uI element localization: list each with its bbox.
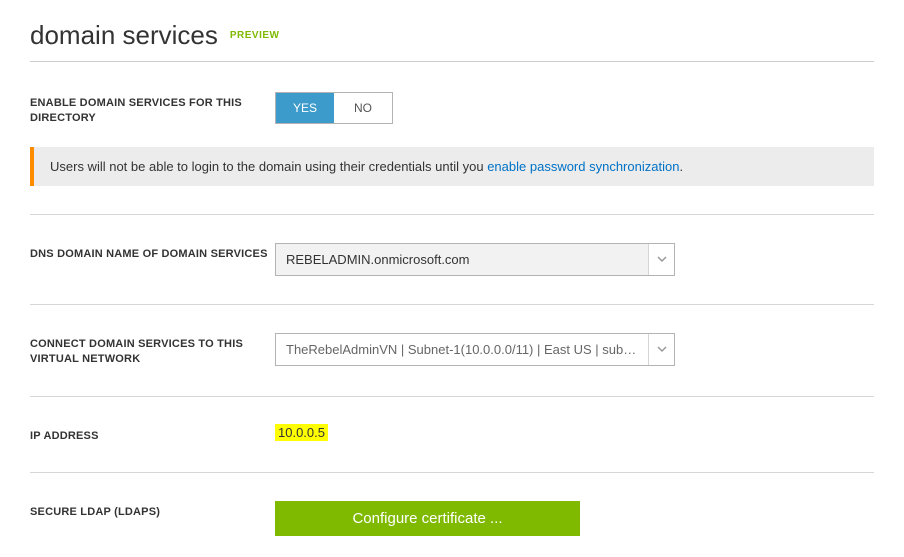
banner-text-before: Users will not be able to login to the d… [50, 159, 487, 174]
vnet-label: CONNECT DOMAIN SERVICES TO THIS VIRTUAL … [30, 333, 275, 368]
divider [30, 396, 874, 397]
configure-certificate-button[interactable]: Configure certificate ... [275, 501, 580, 536]
page-header: domain services PREVIEW [30, 20, 874, 62]
divider [30, 304, 874, 305]
dns-domain-row: DNS DOMAIN NAME OF DOMAIN SERVICES REBEL… [30, 243, 874, 276]
vnet-row: CONNECT DOMAIN SERVICES TO THIS VIRTUAL … [30, 333, 874, 368]
enable-domain-label: ENABLE DOMAIN SERVICES FOR THIS DIRECTOR… [30, 92, 275, 127]
ip-row: IP ADDRESS 10.0.0.5 [30, 425, 874, 444]
page-title: domain services [30, 20, 218, 51]
chevron-down-icon [648, 244, 674, 275]
preview-badge: PREVIEW [230, 30, 280, 41]
enable-password-sync-link[interactable]: enable password synchronization [487, 159, 679, 174]
enable-toggle[interactable]: YES NO [275, 92, 393, 124]
divider [30, 214, 874, 215]
vnet-select[interactable]: TheRebelAdminVN | Subnet-1(10.0.0.0/11) … [275, 333, 675, 366]
toggle-no[interactable]: NO [334, 93, 392, 123]
enable-domain-row: ENABLE DOMAIN SERVICES FOR THIS DIRECTOR… [30, 92, 874, 127]
ldap-label: SECURE LDAP (LDAPS) [30, 501, 275, 520]
toggle-yes[interactable]: YES [276, 93, 334, 123]
chevron-down-icon [648, 334, 674, 365]
banner-text-after: . [679, 159, 683, 174]
ip-value: 10.0.0.5 [275, 424, 328, 441]
divider [30, 472, 874, 473]
dns-domain-value: REBELADMIN.onmicrosoft.com [276, 244, 648, 275]
dns-domain-label: DNS DOMAIN NAME OF DOMAIN SERVICES [30, 243, 275, 262]
info-banner: Users will not be able to login to the d… [30, 147, 874, 186]
vnet-value: TheRebelAdminVN | Subnet-1(10.0.0.0/11) … [276, 334, 648, 365]
ip-label: IP ADDRESS [30, 425, 275, 444]
dns-domain-select[interactable]: REBELADMIN.onmicrosoft.com [275, 243, 675, 276]
ldap-row: SECURE LDAP (LDAPS) Configure certificat… [30, 501, 874, 536]
